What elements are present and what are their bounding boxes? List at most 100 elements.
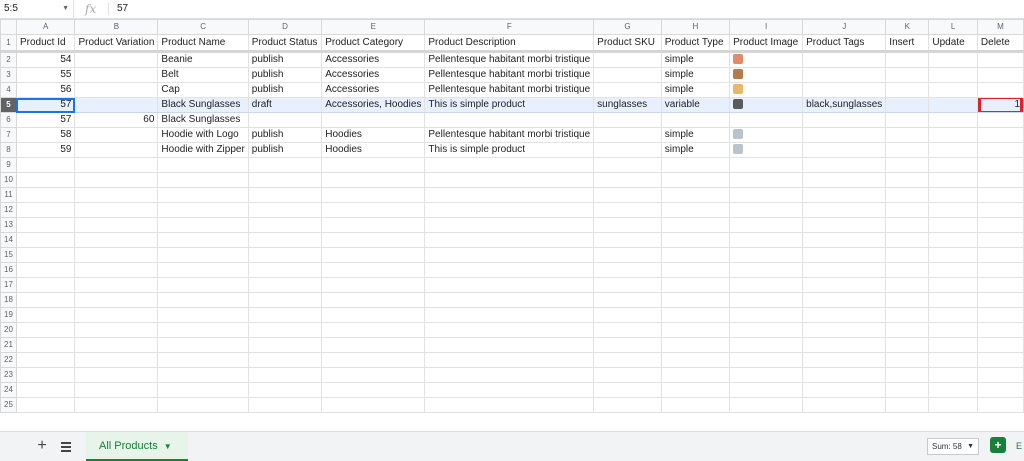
cell-c12[interactable]: [157, 202, 249, 218]
cell-i13[interactable]: [729, 217, 804, 233]
column-header-c[interactable]: C: [157, 19, 249, 35]
product-image-thumbnail[interactable]: [733, 69, 744, 80]
cell-a13[interactable]: [15, 217, 76, 233]
cell-i12[interactable]: [729, 202, 804, 218]
cell-l14[interactable]: [928, 232, 978, 248]
cell-d4[interactable]: publish: [247, 82, 323, 98]
cell-h3[interactable]: simple: [660, 67, 731, 83]
row-header[interactable]: 14: [0, 232, 17, 248]
product-image-thumbnail[interactable]: [733, 144, 744, 155]
cell-g10[interactable]: [593, 172, 662, 188]
cell-j5[interactable]: black,sunglasses: [802, 97, 887, 113]
cell-c7[interactable]: Hoodie with Logo: [157, 127, 249, 143]
cell-h2[interactable]: simple: [660, 51, 731, 68]
cell-k19[interactable]: [885, 307, 930, 323]
cell-k13[interactable]: [885, 217, 930, 233]
sheet-tab-all-products[interactable]: All Products ▼: [86, 432, 188, 461]
cell-d2[interactable]: publish: [247, 51, 323, 68]
cell-e17[interactable]: [321, 277, 426, 293]
cell-g17[interactable]: [593, 277, 662, 293]
cell-e1[interactable]: Product Category: [321, 34, 426, 53]
cell-g12[interactable]: [593, 202, 662, 218]
cell-j16[interactable]: [802, 262, 887, 278]
cell-d17[interactable]: [247, 277, 323, 293]
cell-h16[interactable]: [660, 262, 731, 278]
cell-e22[interactable]: [321, 352, 426, 368]
cell-g16[interactable]: [593, 262, 662, 278]
cell-k20[interactable]: [885, 322, 930, 338]
cell-g2[interactable]: [593, 51, 662, 68]
cell-m7[interactable]: [976, 127, 1024, 143]
cell-h24[interactable]: [660, 382, 731, 398]
cell-b13[interactable]: [74, 217, 159, 233]
row-header[interactable]: 11: [0, 187, 17, 203]
cell-a4[interactable]: 56: [15, 82, 76, 98]
cell-h17[interactable]: [660, 277, 731, 293]
cell-b23[interactable]: [74, 367, 159, 383]
column-header-a[interactable]: A: [15, 19, 76, 35]
cell-l3[interactable]: [928, 67, 978, 83]
cell-e15[interactable]: [321, 247, 426, 263]
row-header[interactable]: 24: [0, 382, 17, 398]
cell-j25[interactable]: [802, 397, 887, 413]
cell-g23[interactable]: [593, 367, 662, 383]
cell-f13[interactable]: [424, 217, 595, 233]
cell-m19[interactable]: [976, 307, 1024, 323]
cell-l19[interactable]: [928, 307, 978, 323]
cell-a23[interactable]: [15, 367, 76, 383]
cell-f11[interactable]: [424, 187, 595, 203]
cell-d25[interactable]: [247, 397, 323, 413]
cell-m4[interactable]: [976, 82, 1024, 98]
cell-m20[interactable]: [976, 322, 1024, 338]
cell-i1[interactable]: Product Image: [729, 34, 804, 53]
cell-b7[interactable]: [74, 127, 159, 143]
cell-h22[interactable]: [660, 352, 731, 368]
cell-i8[interactable]: [729, 142, 804, 158]
cell-m16[interactable]: [976, 262, 1024, 278]
formula-input[interactable]: 57: [117, 0, 128, 18]
cell-b18[interactable]: [74, 292, 159, 308]
cell-m22[interactable]: [976, 352, 1024, 368]
cell-k6[interactable]: [885, 112, 930, 128]
cell-a6[interactable]: 57: [15, 112, 76, 128]
cell-f9[interactable]: [424, 157, 595, 173]
cell-l16[interactable]: [928, 262, 978, 278]
cell-d16[interactable]: [247, 262, 323, 278]
cell-m21[interactable]: [976, 337, 1024, 353]
row-header[interactable]: 2: [0, 51, 17, 68]
row-header[interactable]: 6: [0, 112, 17, 128]
name-box[interactable]: 5:5 ▼: [0, 0, 74, 18]
cell-g14[interactable]: [593, 232, 662, 248]
cell-g4[interactable]: [593, 82, 662, 98]
cell-i24[interactable]: [729, 382, 804, 398]
cell-a24[interactable]: [15, 382, 76, 398]
cell-b16[interactable]: [74, 262, 159, 278]
cell-k8[interactable]: [885, 142, 930, 158]
cell-j9[interactable]: [802, 157, 887, 173]
column-header-e[interactable]: E: [321, 19, 426, 35]
cell-d12[interactable]: [247, 202, 323, 218]
all-sheets-menu-icon[interactable]: [58, 437, 74, 455]
explore-label[interactable]: E: [1016, 437, 1022, 455]
cell-d9[interactable]: [247, 157, 323, 173]
cell-f24[interactable]: [424, 382, 595, 398]
cell-c1[interactable]: Product Name: [157, 34, 249, 53]
cell-g24[interactable]: [593, 382, 662, 398]
cell-d1[interactable]: Product Status: [247, 34, 323, 53]
cell-k3[interactable]: [885, 67, 930, 83]
cell-j21[interactable]: [802, 337, 887, 353]
cell-i2[interactable]: [729, 51, 804, 68]
cell-f21[interactable]: [424, 337, 595, 353]
row-header[interactable]: 22: [0, 352, 17, 368]
cell-i18[interactable]: [729, 292, 804, 308]
cell-l6[interactable]: [928, 112, 978, 128]
cell-a21[interactable]: [15, 337, 76, 353]
cell-h19[interactable]: [660, 307, 731, 323]
cell-c16[interactable]: [157, 262, 249, 278]
cell-j18[interactable]: [802, 292, 887, 308]
cell-j8[interactable]: [802, 142, 887, 158]
cell-m1[interactable]: Delete: [976, 34, 1024, 53]
cell-h7[interactable]: simple: [660, 127, 731, 143]
cell-l8[interactable]: [928, 142, 978, 158]
cell-c3[interactable]: Belt: [157, 67, 249, 83]
